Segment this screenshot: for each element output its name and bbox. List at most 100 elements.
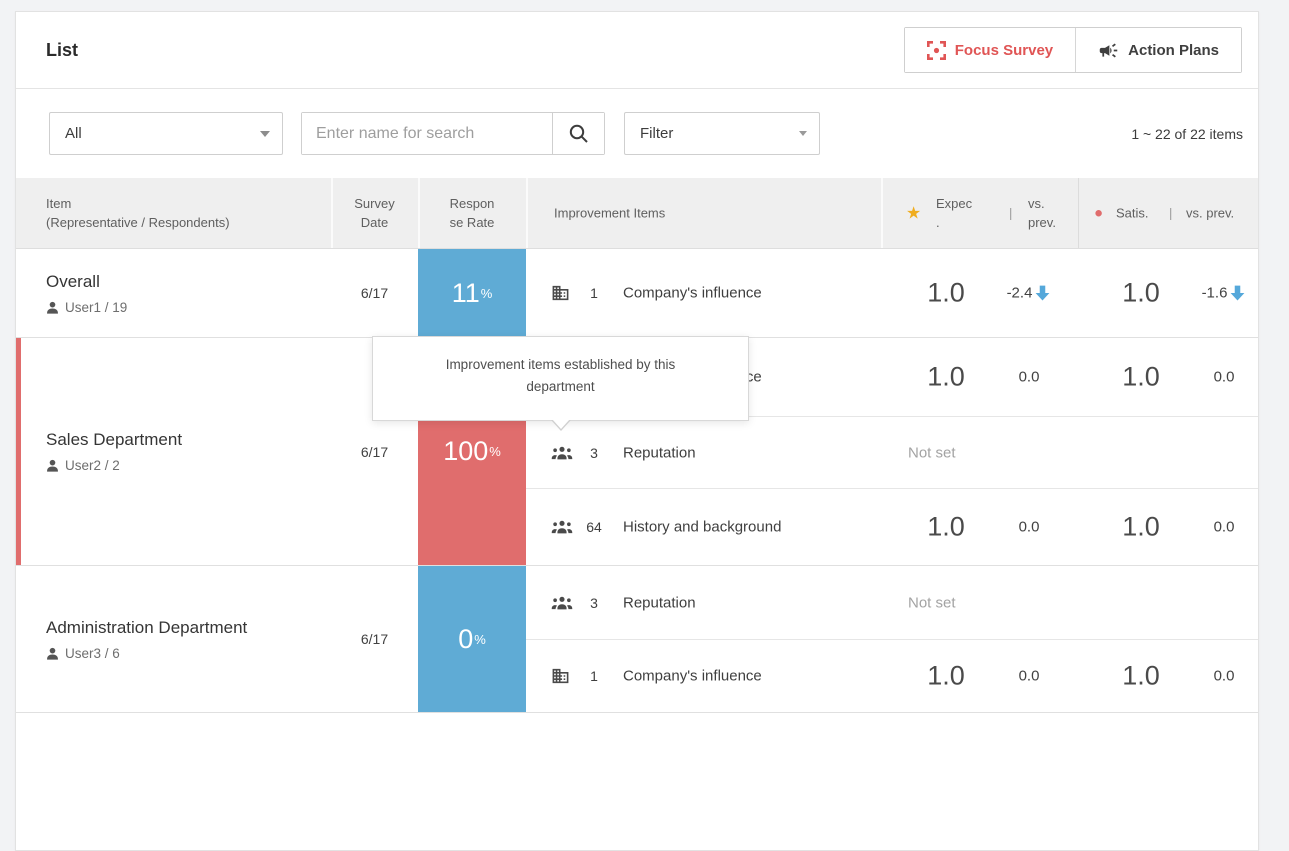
item-label: History and background bbox=[623, 519, 781, 536]
item-cell: Sales Department User2 / 2 bbox=[16, 338, 331, 565]
business-icon bbox=[551, 284, 570, 303]
satisfaction-score: 1.0 bbox=[1101, 278, 1181, 309]
chevron-down-icon bbox=[260, 131, 270, 137]
focus-survey-label: Focus Survey bbox=[955, 42, 1053, 59]
item-number: 3 bbox=[576, 445, 612, 461]
delta-value: 0.0 bbox=[1214, 369, 1235, 386]
not-set-label: Not set bbox=[908, 444, 956, 461]
person-icon bbox=[46, 647, 59, 660]
representative: User1 / 19 bbox=[46, 300, 331, 315]
card-header: List Focus Survey bbox=[16, 12, 1258, 89]
improvement-items-cell: 3 Reputation Not set 1 Company's influen… bbox=[526, 566, 1258, 712]
delta-value: -1.6 bbox=[1202, 285, 1228, 302]
response-rate-cell: 0% bbox=[418, 566, 526, 712]
person-icon bbox=[46, 301, 59, 314]
tooltip-caret bbox=[552, 419, 570, 429]
satisfaction-delta: -1.6 bbox=[1191, 285, 1257, 302]
selected-row-indicator bbox=[16, 338, 21, 565]
representative-label: User2 / 2 bbox=[65, 458, 120, 473]
action-plans-button[interactable]: Action Plans bbox=[1075, 28, 1241, 72]
star-icon: ★ bbox=[906, 204, 921, 223]
expectation-delta: -2.4 bbox=[996, 285, 1062, 302]
column-header-satis-vs-prev: vs. prev. bbox=[1186, 204, 1234, 223]
response-rate-value: 0 bbox=[458, 624, 473, 655]
expectation-score: 1.0 bbox=[906, 512, 986, 543]
department-name: Administration Department bbox=[46, 618, 331, 638]
satisfaction-score: 1.0 bbox=[1101, 512, 1181, 543]
toolbar: All Filter 1 ~ 22 of 22 items bbox=[16, 89, 1258, 178]
filter-select-value: Filter bbox=[640, 125, 673, 142]
search-input[interactable] bbox=[302, 113, 552, 154]
focus-survey-button[interactable]: Focus Survey bbox=[905, 28, 1075, 72]
column-header-expec-vs-prev: vs.prev. bbox=[1028, 194, 1056, 232]
chevron-down-icon bbox=[799, 131, 807, 136]
header-separator: | bbox=[1009, 204, 1012, 223]
scope-select-value: All bbox=[65, 125, 82, 142]
table-row-overall[interactable]: Overall User1 / 19 6/17 11% 1 Company's … bbox=[16, 249, 1258, 338]
column-header-survey-date: SurveyDate bbox=[331, 194, 418, 232]
representative: User2 / 2 bbox=[46, 458, 331, 473]
header-separator: | bbox=[1169, 204, 1172, 223]
response-rate-cell: 11% bbox=[418, 249, 526, 337]
improvement-item-row[interactable]: 3 Reputation Not set bbox=[526, 566, 1258, 639]
people-icon bbox=[551, 519, 573, 535]
page-title: List bbox=[46, 40, 78, 61]
survey-date: 6/17 bbox=[331, 566, 418, 712]
items-count: 1 ~ 22 of 22 items bbox=[1131, 126, 1243, 142]
column-header-improvement-items: Improvement Items bbox=[554, 204, 665, 223]
item-cell: Administration Department User3 / 6 bbox=[16, 566, 331, 712]
arrow-down-icon bbox=[1229, 285, 1246, 302]
action-plans-label: Action Plans bbox=[1128, 42, 1219, 59]
list-card: List Focus Survey bbox=[15, 11, 1259, 851]
delta-value: -2.4 bbox=[1007, 285, 1033, 302]
column-header-expectation: Expec. bbox=[936, 194, 972, 232]
representative-label: User1 / 19 bbox=[65, 300, 127, 315]
focus-icon bbox=[927, 41, 946, 60]
arrow-down-icon bbox=[1034, 285, 1051, 302]
scope-select[interactable]: All bbox=[49, 112, 283, 155]
department-name: Sales Department bbox=[46, 430, 331, 450]
people-icon bbox=[551, 595, 573, 611]
delta-value: 0.0 bbox=[1214, 519, 1235, 536]
improvement-item-row[interactable]: 1 Company's influence 1.0 -2.4 1.0 -1.6 bbox=[526, 249, 1258, 337]
percent-sign: % bbox=[474, 632, 486, 647]
item-number: 1 bbox=[576, 668, 612, 684]
delta-value: 0.0 bbox=[1019, 369, 1040, 386]
megaphone-icon bbox=[1098, 40, 1119, 61]
delta-value: 0.0 bbox=[1214, 668, 1235, 685]
header-divider bbox=[881, 178, 883, 248]
delta-value: 0.0 bbox=[1019, 668, 1040, 685]
person-icon bbox=[46, 459, 59, 472]
table-header: Item(Representative / Respondents) Surve… bbox=[16, 178, 1258, 249]
improvement-item-row[interactable]: 64 History and background 1.0 0.0 1.0 0.… bbox=[526, 488, 1258, 565]
business-icon bbox=[551, 667, 570, 686]
column-header-satisfaction: Satis. bbox=[1116, 204, 1149, 223]
expectation-score: 1.0 bbox=[906, 661, 986, 692]
header-divider bbox=[526, 178, 528, 248]
search-box bbox=[301, 112, 605, 155]
item-number: 1 bbox=[576, 285, 612, 301]
header-group-divider bbox=[1078, 178, 1079, 248]
response-rate-value: 11 bbox=[452, 278, 480, 309]
search-button[interactable] bbox=[552, 113, 604, 154]
percent-sign: % bbox=[489, 444, 501, 459]
filter-select[interactable]: Filter bbox=[624, 112, 820, 155]
item-label: Reputation bbox=[623, 594, 696, 611]
improvement-items-cell: 1 Company's influence 1.0 -2.4 1.0 -1.6 bbox=[526, 249, 1258, 337]
item-cell: Overall User1 / 19 bbox=[16, 249, 331, 337]
improvement-item-row[interactable]: 1 Company's influence 1.0 0.0 1.0 0.0 bbox=[526, 639, 1258, 712]
item-number: 64 bbox=[576, 519, 612, 535]
delta-value: 0.0 bbox=[1019, 519, 1040, 536]
item-label: Reputation bbox=[623, 444, 696, 461]
tooltip-text: Improvement items established by this de… bbox=[423, 354, 698, 398]
satisfaction-dot-icon: ● bbox=[1094, 204, 1103, 223]
improvement-item-row[interactable]: 3 Reputation Not set bbox=[526, 416, 1258, 488]
representative-label: User3 / 6 bbox=[65, 646, 120, 661]
response-rate-value: 100 bbox=[443, 436, 488, 467]
expectation-score: 1.0 bbox=[906, 278, 986, 309]
people-icon bbox=[551, 445, 573, 461]
representative: User3 / 6 bbox=[46, 646, 331, 661]
survey-date: 6/17 bbox=[331, 249, 418, 337]
satisfaction-score: 1.0 bbox=[1101, 661, 1181, 692]
table-row-administration-department[interactable]: Administration Department User3 / 6 6/17… bbox=[16, 566, 1258, 713]
